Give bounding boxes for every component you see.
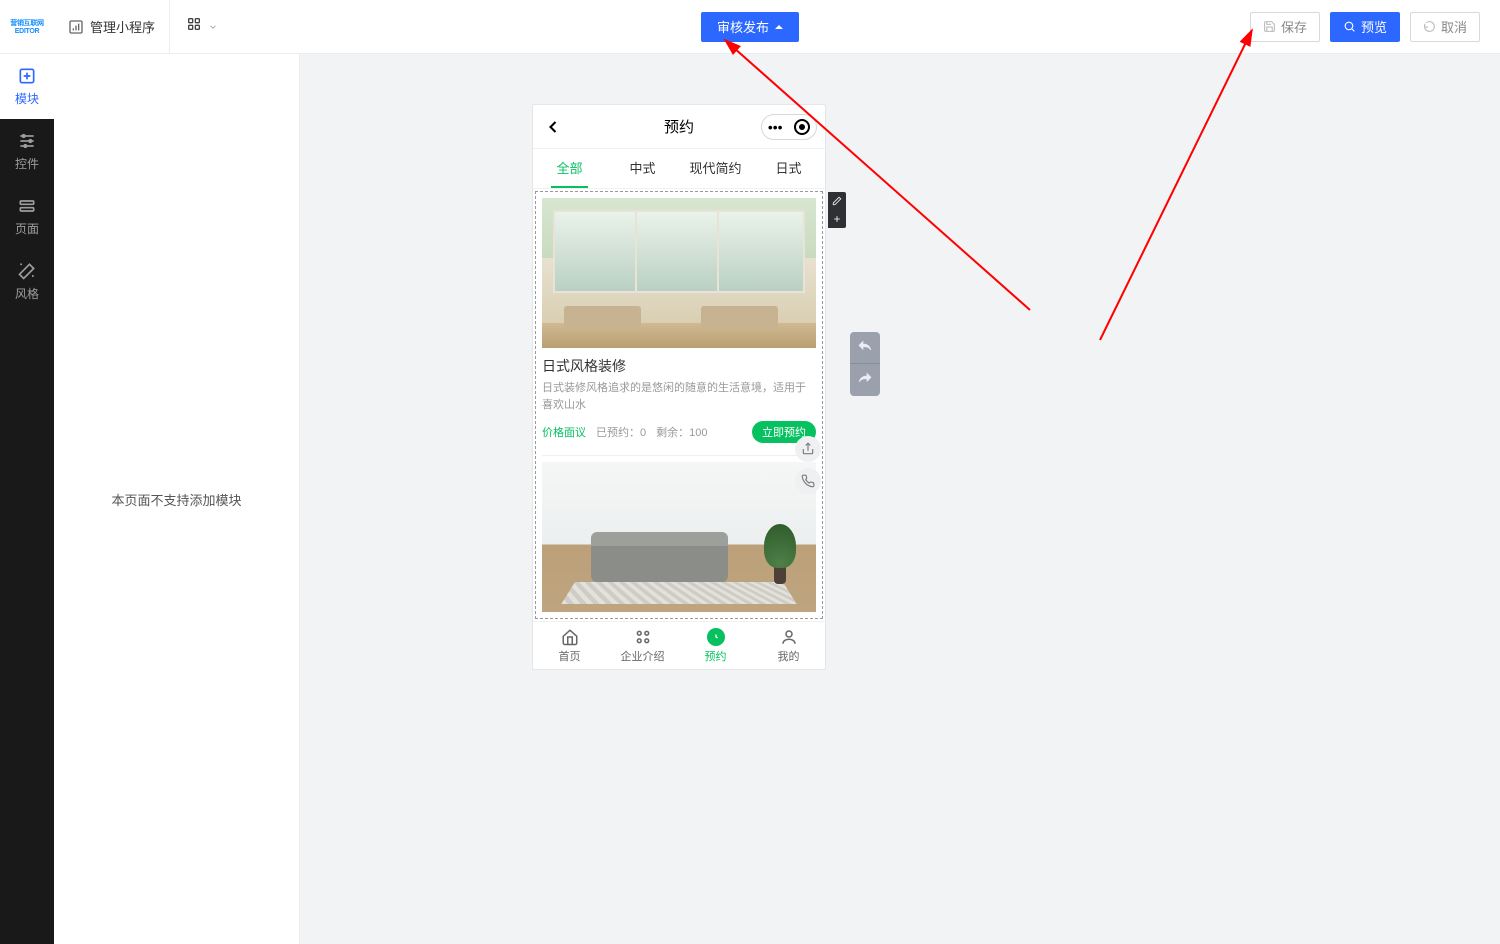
save-button[interactable]: 保存 <box>1250 12 1320 42</box>
booking-list[interactable]: 日式风格装修 日式装修风格追求的是悠闲的随意的生活意境，适用于喜欢山水 价格面议… <box>535 191 823 619</box>
add-block-button[interactable] <box>828 210 846 228</box>
tabbar-mine[interactable]: 我的 <box>752 622 825 669</box>
share-icon <box>801 442 815 456</box>
undo-button[interactable] <box>850 332 880 364</box>
user-icon <box>780 628 798 646</box>
block-toolbar <box>828 192 846 228</box>
undo-arrow-icon <box>857 340 873 356</box>
rail-item-style[interactable]: 风格 <box>0 249 54 314</box>
triangle-up-icon <box>775 25 783 29</box>
tabbar-label: 首页 <box>559 648 581 664</box>
module-panel: 本页面不支持添加模块 <box>54 54 300 944</box>
category-tabs: 全部 中式 现代简约 日式 <box>533 149 825 189</box>
rail-label: 页面 <box>0 220 54 237</box>
card-booked-stat: 已预约：0 <box>596 424 646 440</box>
redo-button[interactable] <box>850 364 880 396</box>
history-floater <box>850 332 880 396</box>
rail-label: 风格 <box>0 285 54 302</box>
plus-square-icon <box>17 66 37 86</box>
chevron-down-icon <box>208 22 218 32</box>
undo-icon <box>1423 20 1436 33</box>
app-grid-button[interactable] <box>170 0 234 53</box>
magic-wand-icon <box>17 261 37 281</box>
tabbar-label: 预约 <box>705 648 727 664</box>
target-icon <box>794 119 810 135</box>
pencil-icon <box>832 196 842 206</box>
tab-modern[interactable]: 现代简约 <box>679 149 752 188</box>
card-title: 日式风格装修 <box>542 356 816 376</box>
card-remain-stat: 剩余：100 <box>656 424 707 440</box>
preview-label: 预览 <box>1361 17 1387 36</box>
share-button[interactable] <box>795 436 821 462</box>
cancel-label: 取消 <box>1441 17 1467 36</box>
redo-arrow-icon <box>857 372 873 388</box>
tab-chinese[interactable]: 中式 <box>606 149 679 188</box>
left-rail: 模块 控件 页面 风格 <box>0 54 54 944</box>
tabbar-about[interactable]: 企业介绍 <box>606 622 679 669</box>
preview-button[interactable]: 预览 <box>1330 12 1400 42</box>
card-description: 日式装修风格追求的是悠闲的随意的生活意境，适用于喜欢山水 <box>542 380 816 413</box>
search-icon <box>1343 20 1356 33</box>
bottom-tabbar: 首页 企业介绍 预约 我的 <box>533 621 825 669</box>
tabbar-booking[interactable]: 预约 <box>679 622 752 669</box>
rail-item-widgets[interactable]: 控件 <box>0 119 54 184</box>
top-bar: 营销互联网 EDITOR 管理小程序 审核发布 保存 预览 取消 <box>0 0 1500 54</box>
tabbar-label: 企业介绍 <box>621 648 665 664</box>
card-float-actions <box>795 436 821 494</box>
plus-icon <box>832 214 842 224</box>
manage-miniprogram-link[interactable]: 管理小程序 <box>54 0 170 53</box>
save-label: 保存 <box>1281 17 1307 36</box>
chart-icon <box>68 19 84 35</box>
edit-block-button[interactable] <box>828 192 846 210</box>
tabbar-label: 我的 <box>778 648 800 664</box>
rail-item-pages[interactable]: 页面 <box>0 184 54 249</box>
sliders-icon <box>17 131 37 151</box>
brand-logo: 营销互联网 EDITOR <box>0 18 54 35</box>
editor-canvas[interactable]: 预约 ••• 全部 中式 现代简约 日式 <box>300 54 1500 944</box>
booking-card[interactable]: 日式风格装修 日式装修风格追求的是悠闲的随意的生活意境，适用于喜欢山水 价格面议… <box>542 198 816 456</box>
rail-label: 控件 <box>0 155 54 172</box>
grid-icon <box>186 16 202 37</box>
audit-publish-label: 审核发布 <box>717 17 769 36</box>
card-image <box>542 198 816 348</box>
audit-publish-button[interactable]: 审核发布 <box>701 12 799 42</box>
call-button[interactable] <box>795 468 821 494</box>
pages-icon <box>17 196 37 216</box>
card-price: 价格面议 <box>542 424 586 440</box>
rail-item-modules[interactable]: 模块 <box>0 54 54 119</box>
clock-icon <box>707 628 725 646</box>
home-icon <box>561 628 579 646</box>
phone-icon <box>801 474 815 488</box>
wechat-capsule[interactable]: ••• <box>761 114 817 140</box>
booking-card[interactable] <box>542 462 816 612</box>
more-icon: ••• <box>768 120 783 134</box>
phone-preview: 预约 ••• 全部 中式 现代简约 日式 <box>532 104 826 670</box>
card-image <box>542 462 816 612</box>
save-icon <box>1263 20 1276 33</box>
tab-all[interactable]: 全部 <box>533 149 606 188</box>
module-panel-empty-text: 本页面不支持添加模块 <box>111 490 241 509</box>
rail-label: 模块 <box>0 90 54 107</box>
grid-icon <box>634 628 652 646</box>
phone-nav-bar: 预约 ••• <box>533 105 825 149</box>
tabbar-home[interactable]: 首页 <box>533 622 606 669</box>
card-footer: 价格面议 已预约：0 剩余：100 立即预约 <box>542 421 816 443</box>
cancel-button[interactable]: 取消 <box>1410 12 1480 42</box>
tab-japanese[interactable]: 日式 <box>752 149 825 188</box>
manage-miniprogram-label: 管理小程序 <box>90 17 155 36</box>
